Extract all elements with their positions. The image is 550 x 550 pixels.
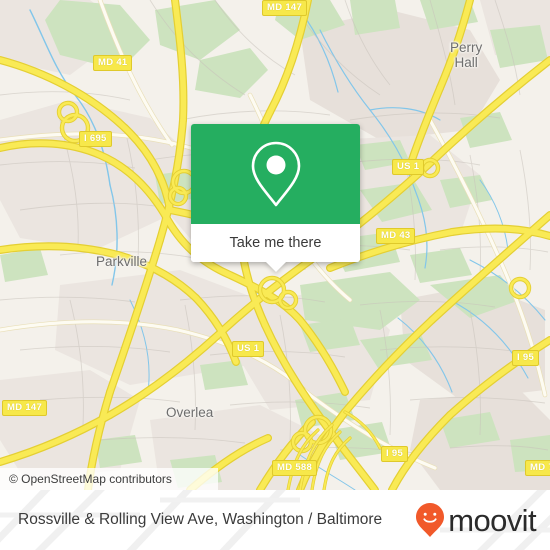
footer-bar: Rossville & Rolling View Ave, Washington… [0,490,550,550]
callout-header [191,124,360,224]
place-label-line: Hall [454,55,478,70]
moovit-smiley-pin-icon [416,503,445,537]
take-me-there-button[interactable]: Take me there [191,224,360,262]
map-screenshot: .hw-c { stroke:#e4cf33; fill:none; strok… [0,0,550,550]
attribution-text: © OpenStreetMap contributors [9,472,172,486]
road-shield: MD 7 [525,460,550,476]
map-viewport[interactable]: .hw-c { stroke:#e4cf33; fill:none; strok… [0,0,550,490]
map-pin-icon [251,141,300,207]
road-shield: MD 43 [376,228,416,244]
take-me-there-label: Take me there [229,235,322,251]
road-shield: MD 147 [2,400,48,416]
road-shield: I 695 [79,131,112,147]
moovit-wordmark: moovit [448,502,536,538]
location-title: Rossville & Rolling View Ave, Washington… [18,511,383,528]
road-shield: I 95 [381,446,409,462]
moovit-logo[interactable]: moovit [415,502,537,538]
place-label-perry-hall: Perry Hall [450,40,482,70]
callout-pointer [264,261,287,272]
road-shield: MD 147 [262,0,308,16]
road-shield: US 1 [232,341,265,357]
map-attribution[interactable]: © OpenStreetMap contributors [0,468,218,490]
road-shield: MD 41 [93,55,133,71]
road-shield: I 95 [512,350,540,366]
road-shield: US 1 [392,159,425,175]
road-shield: MD 588 [272,460,318,476]
footer-content: Rossville & Rolling View Ave, Washington… [0,490,550,550]
place-label-overlea: Overlea [166,405,214,420]
location-callout-card[interactable]: Take me there [191,124,360,272]
place-label-line: Perry [450,40,483,55]
place-label-parkville: Parkville [96,254,148,269]
